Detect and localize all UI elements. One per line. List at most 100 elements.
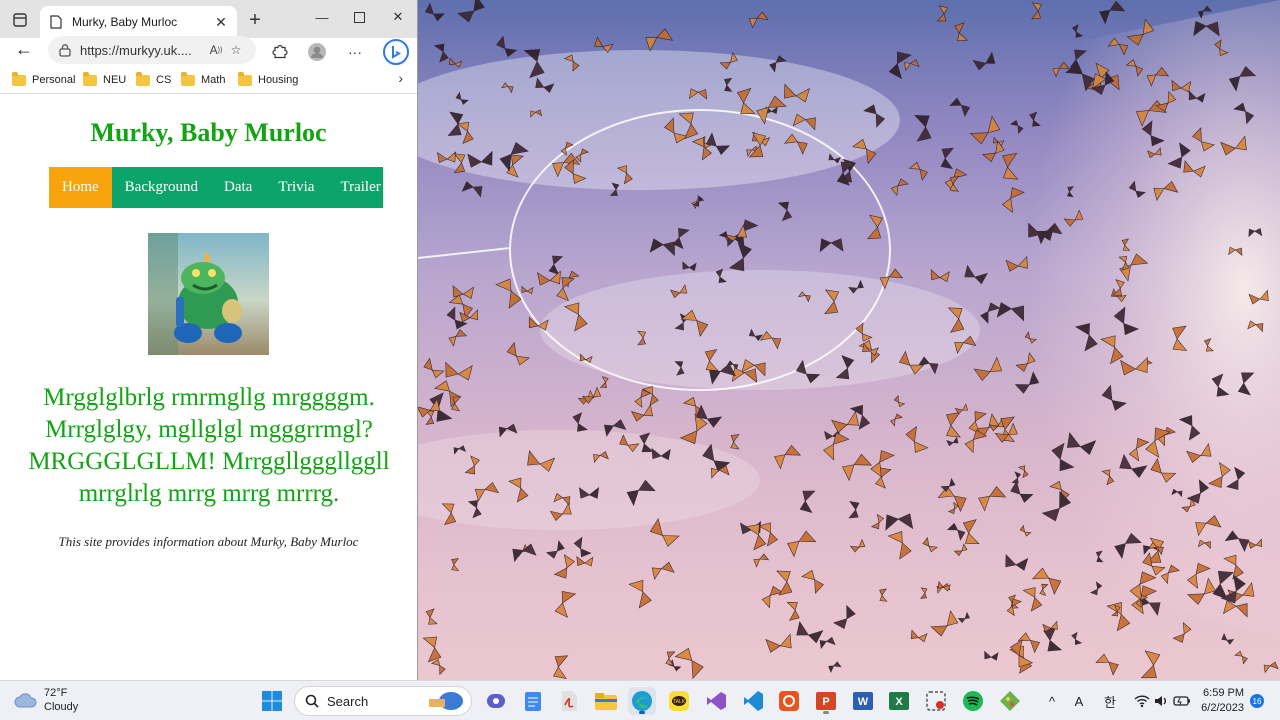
- butterfly-shape: [748, 11, 769, 29]
- bookmark-math[interactable]: Math: [181, 70, 225, 90]
- maximize-button[interactable]: [346, 6, 372, 28]
- murloc-line: Mrrglglgy, mgllglgl mgggrrmgl?: [45, 416, 373, 443]
- butterfly-shape: [422, 636, 442, 663]
- search-label: Search: [327, 693, 369, 709]
- bookmark-housing[interactable]: Housing: [238, 70, 298, 90]
- new-tab-button[interactable]: +: [244, 9, 266, 31]
- file-explorer-icon[interactable]: [592, 687, 620, 715]
- weather-widget[interactable]: 72°F Cloudy: [14, 686, 78, 714]
- extensions-icon[interactable]: [268, 40, 292, 64]
- butterfly-shape: [799, 490, 816, 514]
- butterfly-shape: [910, 629, 928, 643]
- windows-logo-icon: [262, 691, 282, 711]
- butterfly-shape: [831, 410, 859, 434]
- butterfly-shape: [1071, 631, 1083, 645]
- volume-icon[interactable]: [1152, 691, 1172, 711]
- pdf-reader-icon[interactable]: [555, 687, 583, 715]
- butterfly-shape: [936, 5, 948, 22]
- edge-browser-icon[interactable]: [628, 687, 656, 715]
- ime-mode-han[interactable]: 한: [1100, 691, 1120, 711]
- close-window-button[interactable]: ✕: [385, 6, 411, 28]
- snipping-tool-icon[interactable]: [922, 687, 950, 715]
- butterfly-shape: [1031, 567, 1062, 595]
- butterfly-shape: [448, 329, 468, 347]
- address-bar[interactable]: https://murkyy.uk.... A)) ☆: [48, 36, 256, 64]
- butterfly-shape: [765, 633, 792, 653]
- read-aloud-icon[interactable]: A)): [206, 40, 226, 60]
- minimize-button[interactable]: —: [309, 6, 335, 28]
- butterfly-shape: [572, 412, 588, 432]
- butterfly-shape: [885, 513, 914, 531]
- browser-tab[interactable]: Murky, Baby Murloc ✕: [40, 6, 237, 38]
- ubuntu-icon[interactable]: [775, 687, 803, 715]
- spotify-icon[interactable]: [959, 687, 987, 715]
- butterfly-shape: [914, 115, 932, 142]
- butterfly-shape: [920, 587, 928, 599]
- kakaotalk-icon[interactable]: TALK: [665, 687, 693, 715]
- back-arrow-icon[interactable]: ←: [12, 37, 36, 61]
- butterfly-shape: [537, 270, 561, 286]
- folder-icon: [238, 71, 252, 86]
- butterfly-shape: [1031, 2, 1042, 20]
- url-text: https://murkyy.uk....: [80, 42, 192, 58]
- murky-portrait-image: [148, 233, 269, 355]
- chevron-right-icon[interactable]: ›: [398, 70, 403, 86]
- page-title: Murky, Baby Murloc: [90, 118, 327, 147]
- browser-window: Murky, Baby Murloc ✕ + — ✕ ← https://mur…: [0, 0, 418, 680]
- butterfly-shape: [890, 413, 903, 427]
- nav-trivia[interactable]: Trivia: [265, 167, 327, 208]
- butterfly-shape: [674, 647, 704, 679]
- taskbar: 72°F Cloudy Search TALK P W X ^ A 한 6:59…: [0, 680, 1280, 720]
- butterfly-shape: [433, 43, 449, 63]
- bookmark-neu[interactable]: NEU: [83, 70, 126, 90]
- butterfly-shape: [954, 22, 969, 42]
- start-button[interactable]: [258, 687, 286, 715]
- butterfly-shape: [787, 530, 817, 558]
- butterfly-shape: [496, 35, 518, 58]
- butterfly-shape: [645, 28, 674, 52]
- git-client-icon[interactable]: [996, 687, 1024, 715]
- taskbar-search[interactable]: Search: [294, 686, 472, 716]
- bookmark-cs[interactable]: CS: [136, 70, 171, 90]
- notification-badge[interactable]: 16: [1250, 694, 1264, 708]
- notepad-icon[interactable]: [519, 687, 547, 715]
- favorite-star-icon[interactable]: ☆: [226, 40, 246, 60]
- butterfly-shape: [451, 558, 460, 571]
- teams-chat-icon[interactable]: [482, 687, 510, 715]
- butterfly-shape: [879, 588, 888, 602]
- nav-home[interactable]: Home: [49, 167, 112, 208]
- nav-data[interactable]: Data: [211, 167, 265, 208]
- butterfly-shape: [849, 538, 866, 553]
- more-menu-icon[interactable]: ···: [343, 40, 367, 64]
- powerpoint-icon[interactable]: P: [812, 687, 840, 715]
- battery-icon[interactable]: [1172, 691, 1192, 711]
- butterfly-shape: [506, 341, 531, 366]
- butterfly-shape: [904, 59, 920, 72]
- murloc-line: MRGGGLGLLM! Mrrggllgggllggll: [28, 448, 390, 475]
- active-indicator: [639, 711, 645, 714]
- visual-studio-icon[interactable]: [702, 687, 730, 715]
- system-clock[interactable]: 6:59 PM 6/2/2023: [1196, 686, 1244, 716]
- close-tab-icon[interactable]: ✕: [213, 14, 229, 30]
- nav-background[interactable]: Background: [112, 167, 211, 208]
- murloc-line: Mrgglglbrlg rmrmgllg mrggggm.: [43, 384, 375, 411]
- wifi-icon[interactable]: [1132, 691, 1152, 711]
- butterfly-shape: [801, 569, 824, 595]
- ime-mode-a[interactable]: A: [1069, 691, 1089, 711]
- butterfly-shape: [922, 536, 938, 553]
- bookmark-personal[interactable]: Personal: [12, 70, 75, 90]
- excel-icon[interactable]: X: [885, 687, 913, 715]
- bookmark-label: Math: [201, 74, 226, 86]
- tab-actions-button[interactable]: [8, 8, 32, 32]
- bing-chat-icon[interactable]: [382, 38, 410, 66]
- bookmark-label: CS: [156, 74, 172, 86]
- butterfly-shape: [930, 610, 959, 637]
- butterfly-shape: [953, 543, 968, 557]
- word-icon[interactable]: W: [849, 687, 877, 715]
- chevron-up-icon[interactable]: ^: [1042, 691, 1062, 711]
- search-highlight-icon: [429, 692, 463, 710]
- profile-avatar-icon[interactable]: [305, 40, 329, 64]
- vscode-icon[interactable]: [739, 687, 767, 715]
- butterfly-shape: [774, 444, 802, 470]
- nav-trailer[interactable]: Trailer: [327, 167, 393, 208]
